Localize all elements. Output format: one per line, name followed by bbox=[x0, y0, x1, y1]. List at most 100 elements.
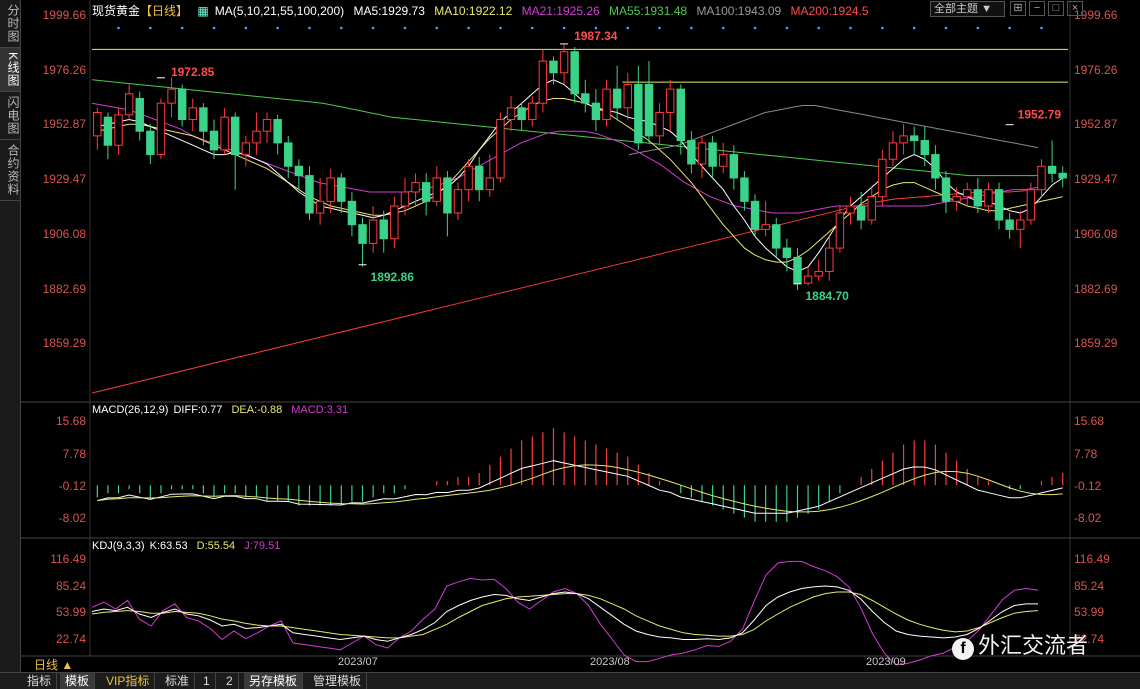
candle-body bbox=[294, 165, 304, 177]
macd-diff: DIFF:0.77 bbox=[173, 404, 223, 416]
candle-body bbox=[305, 175, 314, 214]
tab-templates[interactable]: 模板 bbox=[60, 673, 96, 689]
candle-body bbox=[400, 191, 410, 207]
macd-label: MACD(26,12,9) bbox=[92, 404, 169, 416]
candle-body bbox=[931, 154, 940, 179]
grid-icon[interactable]: ▦ bbox=[197, 4, 208, 18]
candle-body bbox=[1058, 172, 1067, 179]
candle-body bbox=[538, 60, 548, 104]
candle-body bbox=[909, 135, 919, 142]
candle-body bbox=[994, 189, 1004, 221]
bottom-toolbar: 指标 模板 VIP指标 标准 1 2 另存模板 管理模板 bbox=[0, 672, 1140, 689]
candle-body bbox=[231, 116, 240, 156]
candle-body bbox=[485, 177, 495, 191]
restore-icon[interactable]: □ bbox=[1048, 1, 1064, 16]
tab-1[interactable]: 1 bbox=[198, 673, 216, 689]
candle-body bbox=[114, 114, 123, 146]
candle-body bbox=[93, 112, 102, 137]
candle-body bbox=[697, 142, 707, 165]
candle-body bbox=[581, 93, 590, 104]
theme-select[interactable]: 全部主题 ▼ bbox=[930, 1, 1005, 17]
event-marker bbox=[785, 26, 789, 30]
date-label-sep: 2023/09 bbox=[866, 656, 906, 668]
candle-body bbox=[888, 142, 898, 160]
event-marker bbox=[690, 26, 693, 30]
kdj-d: D:55.54 bbox=[196, 540, 236, 552]
ma5-value: MA5:1929.73 bbox=[353, 4, 425, 18]
candle-body bbox=[199, 107, 208, 132]
candle-body bbox=[920, 140, 929, 156]
candle-body bbox=[549, 60, 558, 74]
minimize-icon[interactable]: − bbox=[1029, 1, 1045, 16]
kdj-header: KDJ(9,3,3) K:63.53 D:55.54 J:79.51 bbox=[92, 540, 286, 552]
candle-body bbox=[1016, 219, 1025, 230]
candle-body bbox=[443, 177, 452, 214]
tab-save-template[interactable]: 另存模板 bbox=[244, 673, 304, 689]
event-marker bbox=[658, 26, 661, 30]
date-axis: 2023/07 2023/08 2023/09 bbox=[90, 656, 1070, 670]
event-marker bbox=[499, 26, 502, 30]
candle-body bbox=[528, 102, 537, 121]
candle-body bbox=[602, 88, 611, 121]
grid-settings-icon[interactable]: ⊞ bbox=[1010, 1, 1026, 16]
event-marker bbox=[1040, 26, 1043, 30]
event-marker bbox=[212, 26, 216, 30]
candle-body bbox=[772, 224, 781, 249]
candle-body bbox=[750, 200, 760, 230]
event-marker bbox=[308, 26, 311, 30]
candle-body bbox=[135, 97, 144, 132]
price-annotation: 1972.85 bbox=[171, 65, 215, 79]
tab-2[interactable]: 2 bbox=[221, 673, 239, 689]
event-marker bbox=[881, 26, 884, 30]
tab-standard[interactable]: 标准 bbox=[160, 673, 196, 689]
close-icon[interactable]: × bbox=[1067, 1, 1083, 16]
ma5-line bbox=[97, 79, 1063, 272]
event-marker bbox=[849, 26, 852, 30]
candle-body bbox=[867, 196, 876, 221]
candle-body bbox=[432, 177, 441, 202]
period-selector-label: 日线 bbox=[34, 658, 59, 672]
chevron-down-icon: ▼ bbox=[981, 3, 992, 15]
tab-manage-template[interactable]: 管理模板 bbox=[308, 673, 368, 689]
watermark: f 外汇交流者 bbox=[952, 628, 1088, 660]
candle-body bbox=[1037, 165, 1046, 191]
candle-body bbox=[973, 189, 983, 207]
ma21-value: MA21:1925.26 bbox=[521, 4, 600, 18]
candle-body bbox=[167, 88, 176, 104]
date-label-jul: 2023/07 bbox=[338, 656, 378, 668]
event-marker bbox=[117, 26, 120, 30]
tab-indicators[interactable]: 指标 bbox=[22, 673, 58, 689]
candle-body bbox=[390, 205, 399, 240]
candle-body bbox=[591, 102, 601, 121]
candle-body bbox=[803, 275, 813, 284]
macd-diff-line bbox=[97, 460, 1063, 514]
price-annotation: 1952.79 bbox=[1018, 108, 1062, 122]
ma100-value: MA100:1943.09 bbox=[696, 4, 782, 18]
candle-body bbox=[315, 200, 325, 214]
candle-body bbox=[559, 51, 569, 74]
main-chart-header: 现货黄金【日线】 ▦ MA(5,10,21,55,100,200) MA5:192… bbox=[92, 2, 875, 19]
event-marker bbox=[435, 26, 439, 30]
candle-body bbox=[411, 182, 420, 193]
candle-body bbox=[761, 224, 770, 230]
candle-body bbox=[782, 247, 792, 258]
candle-body bbox=[241, 142, 251, 156]
ma-label: MA(5,10,21,55,100,200) bbox=[214, 4, 345, 18]
candle-body bbox=[177, 88, 187, 121]
event-marker bbox=[530, 26, 534, 30]
candle-body bbox=[464, 165, 473, 191]
candle-body bbox=[963, 189, 972, 198]
candle-body bbox=[475, 165, 484, 191]
event-marker bbox=[976, 26, 980, 30]
kdj-j-line bbox=[91, 560, 1039, 666]
chart-area[interactable]: 1972.85 1987.34 1892.86 1952.79 1884.70 bbox=[0, 0, 1140, 672]
candle-body bbox=[496, 119, 505, 179]
candle-body bbox=[719, 154, 728, 167]
period-selector[interactable]: 日线 ▲ bbox=[20, 656, 90, 672]
candle-body bbox=[825, 247, 834, 272]
tab-vip-indicators[interactable]: VIP指标 bbox=[101, 673, 156, 689]
candle-body bbox=[337, 177, 346, 202]
candle-body bbox=[273, 119, 282, 144]
event-marker bbox=[149, 26, 152, 30]
price-annotation: 1987.34 bbox=[574, 29, 618, 43]
